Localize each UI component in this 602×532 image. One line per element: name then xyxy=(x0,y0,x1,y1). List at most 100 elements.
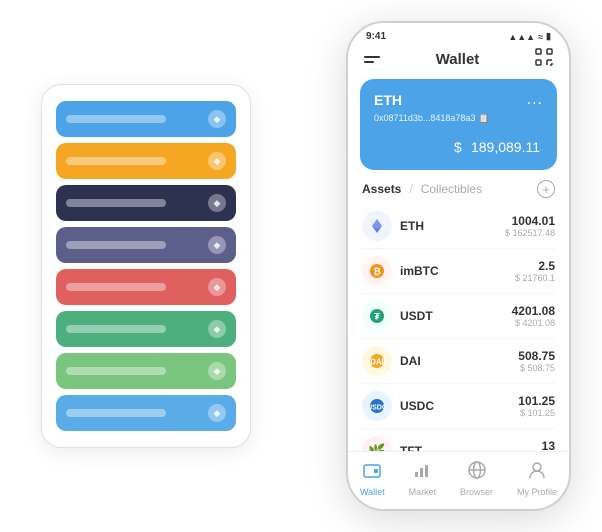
asset-values: 13 0 xyxy=(542,439,555,451)
table-row[interactable]: 🌿 TFT 13 0 xyxy=(362,429,555,451)
svg-text:DAI: DAI xyxy=(370,358,384,367)
table-row[interactable]: ETH 1004.01 $ 162517.48 xyxy=(362,204,555,249)
asset-amount: 4201.08 xyxy=(512,304,555,318)
card-text xyxy=(66,367,166,375)
tab-assets[interactable]: Assets xyxy=(362,182,401,196)
table-row[interactable]: ₮ USDT 4201.08 $ 4201.08 xyxy=(362,294,555,339)
asset-symbol: ETH xyxy=(400,219,505,233)
asset-usd: $ 21760.1 xyxy=(515,273,555,283)
list-item[interactable]: ◆ xyxy=(56,227,236,263)
eth-card-header: ETH ... xyxy=(374,91,543,109)
asset-icon-eth xyxy=(362,211,392,241)
asset-amount: 13 xyxy=(542,439,555,451)
status-time: 9:41 xyxy=(366,31,386,42)
menu-line-1 xyxy=(364,56,380,58)
wallet-nav-icon xyxy=(362,460,382,485)
card-icon: ◆ xyxy=(208,194,226,212)
card-text xyxy=(66,325,166,333)
bottom-navigation: Wallet Market xyxy=(348,451,569,509)
card-icon: ◆ xyxy=(208,404,226,422)
card-icon: ◆ xyxy=(208,362,226,380)
add-asset-button[interactable]: + xyxy=(537,180,555,198)
card-icon: ◆ xyxy=(208,278,226,296)
asset-usd: $ 4201.08 xyxy=(512,318,555,328)
asset-values: 508.75 $ 508.75 xyxy=(518,349,555,373)
list-item[interactable]: ◆ xyxy=(56,185,236,221)
scene: ◆ ◆ ◆ ◆ ◆ ◆ ◆ ◆ xyxy=(11,11,591,521)
table-row[interactable]: USDC USDC 101.25 $ 101.25 xyxy=(362,384,555,429)
asset-usd: $ 508.75 xyxy=(518,363,555,373)
list-item[interactable]: ◆ xyxy=(56,353,236,389)
asset-amount: 1004.01 xyxy=(505,214,555,228)
nav-item-wallet[interactable]: Wallet xyxy=(360,460,385,497)
asset-values: 101.25 $ 101.25 xyxy=(518,394,555,418)
tab-divider: / xyxy=(409,182,412,196)
asset-icon-imbtc: ₿ xyxy=(362,256,392,286)
eth-address: 0x08711d3b...8418a78a3 📋 xyxy=(374,113,543,124)
list-item[interactable]: ◆ xyxy=(56,101,236,137)
card-text xyxy=(66,115,166,123)
asset-icon-tft: 🌿 xyxy=(362,436,392,451)
asset-values: 1004.01 $ 162517.48 xyxy=(505,214,555,238)
menu-icon[interactable] xyxy=(364,56,380,63)
scan-icon[interactable] xyxy=(535,48,553,71)
eth-card-name: ETH xyxy=(374,92,402,108)
asset-usd: $ 101.25 xyxy=(518,408,555,418)
wallet-nav-label: Wallet xyxy=(360,487,385,497)
asset-values: 4201.08 $ 4201.08 xyxy=(512,304,555,328)
assets-tabs: Assets / Collectibles xyxy=(362,182,482,196)
card-icon: ◆ xyxy=(208,110,226,128)
asset-list: ETH 1004.01 $ 162517.48 ₿ imBTC 2.5 $ xyxy=(348,204,569,451)
copy-icon[interactable]: 📋 xyxy=(478,113,489,123)
list-item[interactable]: ◆ xyxy=(56,311,236,347)
list-item[interactable]: ◆ xyxy=(56,269,236,305)
nav-item-profile[interactable]: My Profile xyxy=(517,460,557,497)
nav-item-market[interactable]: Market xyxy=(409,460,437,497)
signal-icon: ▲▲▲ xyxy=(508,32,535,42)
page-title: Wallet xyxy=(436,51,480,68)
asset-symbol: imBTC xyxy=(400,264,515,278)
assets-section-header: Assets / Collectibles + xyxy=(348,180,569,204)
card-text xyxy=(66,157,166,165)
market-nav-icon xyxy=(412,460,432,485)
list-item[interactable]: ◆ xyxy=(56,395,236,431)
asset-values: 2.5 $ 21760.1 xyxy=(515,259,555,283)
eth-wallet-card[interactable]: ETH ... 0x08711d3b...8418a78a3 📋 $ 189,0… xyxy=(360,79,557,170)
status-icons: ▲▲▲ ≈ ▮ xyxy=(508,31,551,42)
nav-item-browser[interactable]: Browser xyxy=(460,460,493,497)
card-icon: ◆ xyxy=(208,320,226,338)
svg-text:₮: ₮ xyxy=(374,312,380,322)
eth-more-button[interactable]: ... xyxy=(527,91,543,109)
card-text xyxy=(66,241,166,249)
list-item[interactable]: ◆ xyxy=(56,143,236,179)
table-row[interactable]: ₿ imBTC 2.5 $ 21760.1 xyxy=(362,249,555,294)
market-nav-label: Market xyxy=(409,487,437,497)
svg-text:USDC: USDC xyxy=(369,405,385,412)
table-row[interactable]: DAI DAI 508.75 $ 508.75 xyxy=(362,339,555,384)
asset-symbol: DAI xyxy=(400,354,518,368)
battery-icon: ▮ xyxy=(546,31,551,42)
profile-nav-icon xyxy=(527,460,547,485)
profile-nav-label: My Profile xyxy=(517,487,557,497)
card-text xyxy=(66,283,166,291)
tab-collectibles[interactable]: Collectibles xyxy=(421,182,482,196)
status-bar: 9:41 ▲▲▲ ≈ ▮ xyxy=(348,23,569,46)
app-header: Wallet xyxy=(348,46,569,79)
phone-frame: 9:41 ▲▲▲ ≈ ▮ Wallet xyxy=(346,21,571,511)
svg-text:₿: ₿ xyxy=(373,267,380,277)
browser-nav-icon xyxy=(467,460,487,485)
asset-amount: 508.75 xyxy=(518,349,555,363)
card-text xyxy=(66,409,166,417)
asset-icon-usdt: ₮ xyxy=(362,301,392,331)
asset-symbol: TFT xyxy=(400,444,542,451)
asset-amount: 2.5 xyxy=(515,259,555,273)
asset-icon-dai: DAI xyxy=(362,346,392,376)
asset-amount: 101.25 xyxy=(518,394,555,408)
asset-icon-usdc: USDC xyxy=(362,391,392,421)
asset-symbol: USDT xyxy=(400,309,512,323)
card-icon: ◆ xyxy=(208,152,226,170)
asset-symbol: USDC xyxy=(400,399,518,413)
eth-balance: $ 189,089.11 xyxy=(374,132,543,158)
card-icon: ◆ xyxy=(208,236,226,254)
card-stack: ◆ ◆ ◆ ◆ ◆ ◆ ◆ ◆ xyxy=(41,84,251,448)
